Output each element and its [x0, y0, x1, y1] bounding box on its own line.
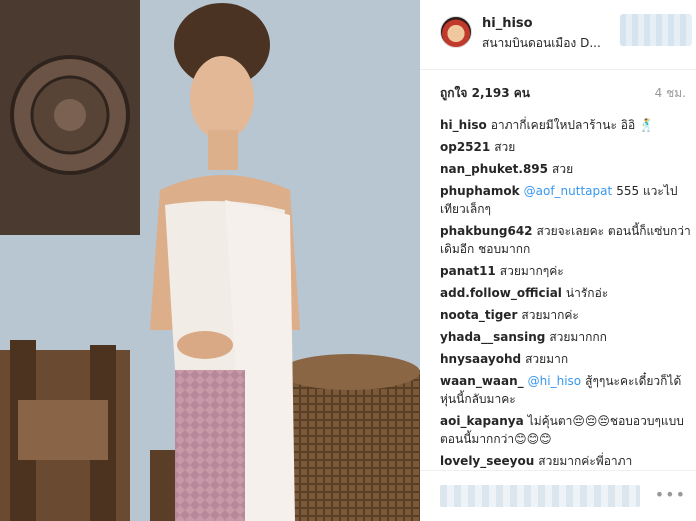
comment-text: สวยมากค่ะ: [521, 308, 579, 322]
comment-item: noota_tiger สวยมากค่ะ: [440, 306, 694, 324]
comment-panel: hi_hiso สนามบินดอนเมือง D... ถูกใจ 2,193…: [420, 0, 696, 521]
comment-text: สวยมาก: [525, 352, 569, 366]
comment-item: waan_waan_ @hi_hiso สู้ๆๆนะคะเดี๋ยวก็ได้หุ…: [440, 372, 694, 408]
comment-list: hi_hiso อาภากี่เคยมีใหปลาร้านะ อิอิ 🕺 op25…: [440, 116, 694, 474]
comment-username[interactable]: phuphamok: [440, 184, 520, 198]
comment-item: add.follow_official น่ารักอ่ะ: [440, 284, 694, 302]
comment-text: สวย: [552, 162, 574, 176]
post-time[interactable]: 4 ชม.: [655, 84, 686, 103]
post-location[interactable]: สนามบินดอนเมือง D...: [482, 34, 601, 53]
comment-item: hnysaayohd สวยมาก: [440, 350, 694, 368]
comment-username[interactable]: hnysaayohd: [440, 352, 521, 366]
comment-input[interactable]: [440, 485, 640, 507]
post-header: hi_hiso สนามบินดอนเมือง D...: [420, 0, 696, 70]
comment-username[interactable]: yhada__sansing: [440, 330, 545, 344]
comment-username[interactable]: hi_hiso: [440, 118, 487, 132]
comment-mention[interactable]: @aof_nuttapat: [524, 184, 613, 198]
comment-item: lovely_seeyou สวยมากค่ะพี่อาภา: [440, 452, 694, 470]
comment-username[interactable]: op2521: [440, 140, 490, 154]
comment-item: hi_hiso อาภากี่เคยมีใหปลาร้านะ อิอิ 🕺: [440, 116, 694, 134]
comment-item: aoi_kapanya ไม่คุ้นตา😔😔😔ชอบอวบๆแบบตอนนี้ม…: [440, 412, 694, 448]
comment-text: อาภากี่เคยมีใหปลาร้านะ อิอิ 🕺: [490, 118, 654, 132]
comment-item: phuphamok @aof_nuttapat 555 แวะไปเทียวเล็ก…: [440, 182, 694, 218]
more-options-icon[interactable]: •••: [655, 485, 686, 504]
like-count[interactable]: ถูกใจ 2,193 คน: [440, 84, 530, 103]
comment-username[interactable]: aoi_kapanya: [440, 414, 524, 428]
comment-username[interactable]: waan_waan_: [440, 374, 524, 388]
comment-username[interactable]: noota_tiger: [440, 308, 517, 322]
comment-username[interactable]: add.follow_official: [440, 286, 562, 300]
comment-item: op2521 สวย: [440, 138, 694, 156]
follow-button[interactable]: [620, 14, 692, 46]
photo-illustration: [0, 0, 420, 521]
comment-username[interactable]: lovely_seeyou: [440, 454, 534, 468]
comment-text: สวยมากๆค่ะ: [499, 264, 564, 278]
comment-item: nan_phuket.895 สวย: [440, 160, 694, 178]
post-footer: •••: [420, 470, 696, 521]
comment-item: phakbung642 สวยจะเลยคะ ตอนนี้ก็แซ่บกว่าเด…: [440, 222, 694, 258]
post-meta: ถูกใจ 2,193 คน 4 ชม.: [420, 78, 696, 102]
post-photo[interactable]: [0, 0, 420, 521]
comment-text: สวยมากค่ะพี่อาภา: [538, 454, 633, 468]
comment-text: น่ารักอ่ะ: [565, 286, 609, 300]
comment-username[interactable]: nan_phuket.895: [440, 162, 548, 176]
comment-text: สวย: [494, 140, 516, 154]
comment-mention[interactable]: @hi_hiso: [528, 374, 581, 388]
comment-username[interactable]: panat11: [440, 264, 496, 278]
comment-item: panat11 สวยมากๆค่ะ: [440, 262, 694, 280]
comment-item: yhada__sansing สวยมากกก: [440, 328, 694, 346]
comment-text: สวยมากกก: [549, 330, 607, 344]
post-username[interactable]: hi_hiso: [482, 16, 533, 31]
avatar[interactable]: [440, 16, 472, 48]
comment-username[interactable]: phakbung642: [440, 224, 533, 238]
